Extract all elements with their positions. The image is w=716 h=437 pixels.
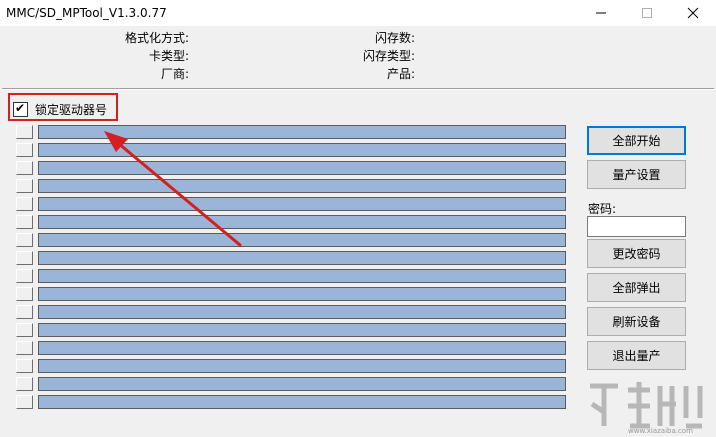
close-button[interactable]	[670, 0, 716, 26]
minimize-icon	[596, 12, 606, 14]
slot-progress-bar	[38, 377, 566, 391]
maximize-button[interactable]	[624, 0, 670, 26]
slot-button[interactable]	[16, 233, 33, 247]
title-bar: MMC/SD_MPTool_V1.3.0.77	[0, 0, 716, 26]
format-method-label: 格式化方式:	[124, 31, 189, 45]
close-icon	[687, 7, 699, 19]
slot-button[interactable]	[16, 197, 33, 211]
separator	[2, 88, 714, 90]
slot-progress-bar	[38, 143, 566, 157]
slot-button[interactable]	[16, 143, 33, 157]
slot-progress-bar	[38, 161, 566, 175]
slot-button[interactable]	[16, 287, 33, 301]
start-all-button[interactable]: 全部开始	[587, 126, 686, 155]
slot-progress-bar	[38, 305, 566, 319]
slot-button[interactable]	[16, 179, 33, 193]
maximize-icon	[642, 8, 652, 18]
slot-button[interactable]	[16, 323, 33, 337]
watermark-text: www.xiazaiba.com	[628, 427, 693, 435]
password-input[interactable]	[587, 216, 686, 237]
card-type-label: 卡类型:	[148, 49, 189, 63]
slot-progress-bar	[38, 125, 566, 139]
slot-progress-bar	[38, 287, 566, 301]
slot-button[interactable]	[16, 269, 33, 283]
password-label: 密码:	[588, 202, 617, 216]
slot-progress-bar	[38, 233, 566, 247]
slot-progress-bar	[38, 341, 566, 355]
slot-progress-bar	[38, 359, 566, 373]
vendor-label: 厂商:	[160, 67, 189, 81]
slot-progress-bar	[38, 323, 566, 337]
flash-type-label: 闪存类型:	[362, 49, 415, 63]
slot-progress-bar	[38, 251, 566, 265]
slot-progress-bar	[38, 179, 566, 193]
slot-button[interactable]	[16, 395, 33, 409]
change-password-button[interactable]: 更改密码	[587, 239, 686, 268]
slot-button[interactable]	[16, 359, 33, 373]
slot-progress-bar	[38, 395, 566, 409]
slot-button[interactable]	[16, 251, 33, 265]
slot-progress-bar	[38, 269, 566, 283]
minimize-button[interactable]	[578, 0, 624, 26]
slot-progress-bar	[38, 215, 566, 229]
highlight-box	[8, 93, 118, 121]
slot-progress-bar	[38, 197, 566, 211]
slot-button[interactable]	[16, 161, 33, 175]
slot-button[interactable]	[16, 215, 33, 229]
slot-button[interactable]	[16, 341, 33, 355]
product-label: 产品:	[386, 67, 415, 81]
mp-settings-button[interactable]: 量产设置	[587, 160, 686, 189]
slot-button[interactable]	[16, 305, 33, 319]
refresh-devices-button[interactable]: 刷新设备	[587, 307, 686, 336]
exit-mp-button[interactable]: 退出量产	[587, 341, 686, 370]
eject-all-button[interactable]: 全部弹出	[587, 273, 686, 302]
window-title: MMC/SD_MPTool_V1.3.0.77	[6, 6, 167, 20]
slot-button[interactable]	[16, 125, 33, 139]
flash-count-label: 闪存数:	[374, 31, 415, 45]
slot-button[interactable]	[16, 377, 33, 391]
